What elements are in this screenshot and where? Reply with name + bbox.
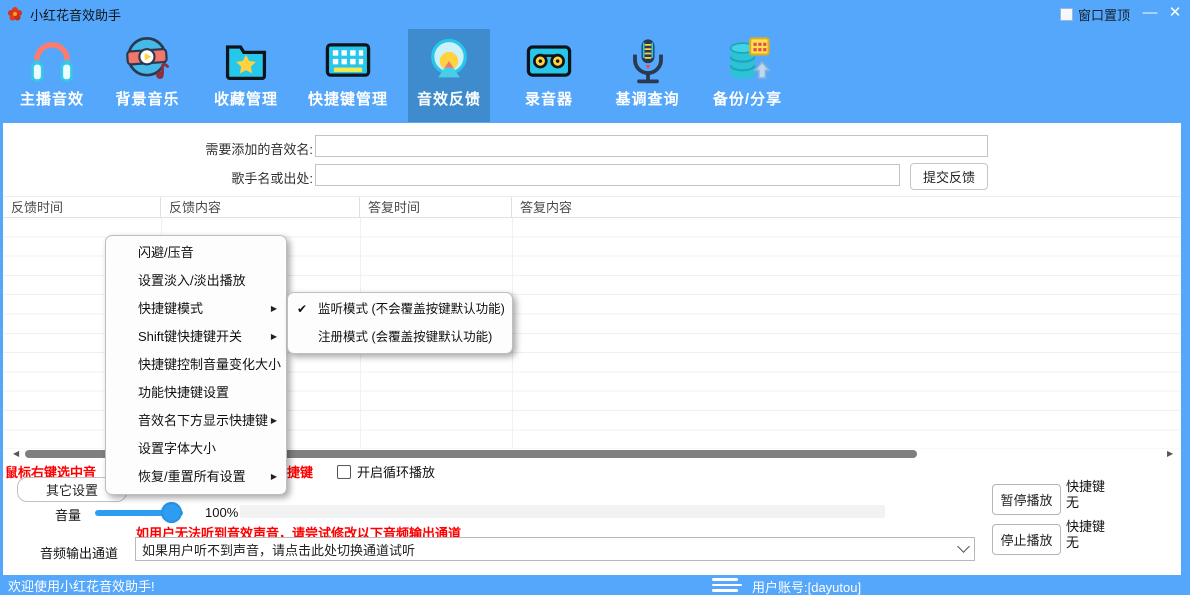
pin-checkbox-box[interactable] — [1060, 8, 1073, 21]
check-icon: ✔ — [297, 295, 307, 323]
menu-item-label: Shift键快捷键开关 — [138, 329, 242, 344]
keyboard-icon — [322, 34, 374, 86]
column-header-feedback-time[interactable]: 反馈时间 — [3, 197, 161, 219]
microphone-icon — [622, 34, 674, 86]
volume-slider-thumb[interactable] — [161, 502, 182, 523]
toolbar-label: 备份/分享 — [700, 88, 795, 109]
main-toolbar: 主播音效 背景音乐 — [0, 28, 1190, 123]
cassette-recorder-icon — [523, 34, 575, 86]
hotkey-caption: 快捷键 — [1066, 479, 1105, 494]
menu-item-fade-in-out[interactable]: 设置淡入/淡出播放 — [106, 267, 286, 295]
menu-item-function-hotkeys[interactable]: 功能快捷键设置 — [106, 379, 286, 407]
scroll-right-icon[interactable]: ▶ — [1167, 449, 1173, 459]
status-message: 欢迎使用小红花音效助手! — [8, 576, 155, 595]
title-bar: 小红花音效助手 窗口置顶 — ✕ — [0, 0, 1190, 28]
volume-label: 音量 — [55, 505, 81, 524]
right-click-hint-right: 捷键 — [287, 462, 313, 481]
menu-item-hotkey-mode[interactable]: 快捷键模式 ▶ — [106, 295, 286, 323]
column-header-reply-content[interactable]: 答复内容 — [512, 197, 1180, 219]
pause-playback-button[interactable]: 暂停播放 — [992, 484, 1061, 515]
audio-output-label: 音频输出通道 — [40, 543, 118, 562]
folder-star-icon — [220, 34, 272, 86]
menu-item-label: 快捷键模式 — [138, 301, 203, 316]
menu-item-label: 音效名下方显示快捷键 — [138, 413, 268, 428]
loop-checkbox-label: 开启循环播放 — [357, 462, 435, 481]
column-header-reply-time[interactable]: 答复时间 — [360, 197, 512, 219]
toolbar-item-favorites[interactable]: 收藏管理 — [200, 29, 292, 122]
menu-item-font-size[interactable]: 设置字体大小 — [106, 435, 286, 463]
menu-item-label: 设置字体大小 — [138, 441, 216, 456]
scroll-left-icon[interactable]: ◀ — [13, 449, 19, 459]
column-header-feedback-content[interactable]: 反馈内容 — [161, 197, 360, 219]
audio-output-select[interactable]: 如果用户听不到声音，请点击此处切换通道试听 — [135, 537, 975, 561]
stop-playback-button[interactable]: 停止播放 — [992, 524, 1061, 555]
menu-item-reset-settings[interactable]: 恢复/重置所有设置 ▶ — [106, 463, 286, 491]
app-window: 小红花音效助手 窗口置顶 — ✕ 主播音效 — [0, 0, 1190, 595]
loop-playback-checkbox[interactable]: 开启循环播放 — [337, 462, 435, 481]
sound-name-label: 需要添加的音效名: — [153, 139, 313, 158]
hotkey-value: 无 — [1066, 535, 1079, 550]
menu-item-label: 闪避/压音 — [138, 245, 194, 260]
toolbar-item-background-music[interactable]: 背景音乐 — [100, 29, 195, 122]
pin-checkbox-label: 窗口置顶 — [1078, 5, 1130, 24]
audio-output-value: 如果用户听不到声音，请点击此处切换通道试听 — [142, 540, 959, 559]
submenu-arrow-icon: ▶ — [271, 295, 277, 323]
toolbar-label: 基调查询 — [600, 88, 695, 109]
artist-label: 歌手名或出处: — [153, 168, 313, 187]
volume-value: 100% — [205, 505, 238, 520]
toolbar-item-hotkey-manager[interactable]: 快捷键管理 — [298, 29, 398, 122]
close-button[interactable]: ✕ — [1160, 0, 1190, 26]
music-disc-icon — [122, 34, 174, 86]
toolbar-label: 主播音效 — [8, 88, 96, 109]
menu-item-label: 快捷键控制音量变化大小 — [138, 357, 281, 372]
menu-item-hotkey-volume-step[interactable]: 快捷键控制音量变化大小 — [106, 351, 286, 379]
submenu-item-label: 注册模式 (会覆盖按键默认功能) — [318, 330, 492, 344]
sound-feedback-icon — [423, 34, 475, 86]
dropdown-chevron-icon — [957, 540, 970, 553]
menu-item-duck-audio[interactable]: 闪避/压音 — [106, 239, 286, 267]
window-title: 小红花音效助手 — [30, 5, 121, 24]
user-account-label: 用户账号:[dayutou] — [752, 577, 861, 595]
pin-window-checkbox[interactable]: 窗口置顶 — [1060, 5, 1130, 24]
submenu-arrow-icon: ▶ — [271, 463, 277, 491]
submenu-arrow-icon: ▶ — [271, 407, 277, 435]
toolbar-label: 背景音乐 — [100, 88, 195, 109]
menu-item-label: 功能快捷键设置 — [138, 385, 229, 400]
feedback-table-header: 反馈时间 反馈内容 答复时间 答复内容 — [3, 196, 1181, 218]
hotkey-mode-submenu: ✔ 监听模式 (不会覆盖按键默认功能) 注册模式 (会覆盖按键默认功能) — [287, 292, 513, 354]
hotkey-caption: 快捷键 — [1066, 519, 1105, 534]
menu-item-label: 设置淡入/淡出播放 — [138, 273, 246, 288]
loop-checkbox-box[interactable] — [337, 465, 351, 479]
submenu-arrow-icon: ▶ — [271, 323, 277, 351]
app-logo-flower-icon — [7, 6, 23, 22]
submenu-item-register-mode[interactable]: 注册模式 (会覆盖按键默认功能) — [288, 323, 512, 351]
toolbar-item-host-sounds[interactable]: 主播音效 — [8, 29, 96, 122]
toolbar-item-backup-share[interactable]: 备份/分享 — [700, 29, 795, 122]
sound-name-input[interactable] — [315, 135, 988, 157]
submenu-item-label: 监听模式 (不会覆盖按键默认功能) — [318, 302, 505, 316]
toolbar-label: 快捷键管理 — [298, 88, 398, 109]
toolbar-label: 录音器 — [505, 88, 593, 109]
backup-share-icon — [722, 34, 774, 86]
submit-feedback-button[interactable]: 提交反馈 — [910, 163, 988, 190]
menu-item-label: 恢复/重置所有设置 — [138, 469, 246, 484]
hamburger-menu-icon[interactable] — [712, 578, 742, 595]
submenu-item-listen-mode[interactable]: ✔ 监听模式 (不会覆盖按键默认功能) — [288, 295, 512, 323]
status-bar: 欢迎使用小红花音效助手! 用户账号:[dayutou] — [0, 575, 1190, 595]
stop-hotkey-label: 快捷键 无 — [1066, 519, 1105, 551]
volume-level-bar — [240, 505, 885, 518]
toolbar-item-recorder[interactable]: 录音器 — [505, 29, 593, 122]
hotkey-value: 无 — [1066, 495, 1079, 510]
toolbar-item-key-query[interactable]: 基调查询 — [600, 29, 695, 122]
artist-input[interactable] — [315, 164, 900, 186]
toolbar-label: 收藏管理 — [200, 88, 292, 109]
toolbar-item-sound-feedback[interactable]: 音效反馈 — [408, 29, 490, 122]
context-menu: 闪避/压音 设置淡入/淡出播放 快捷键模式 ▶ Shift键快捷键开关 ▶ 快捷键控… — [105, 235, 287, 495]
toolbar-label: 音效反馈 — [408, 88, 490, 109]
pause-hotkey-label: 快捷键 无 — [1066, 479, 1105, 511]
headphones-icon — [26, 34, 78, 86]
menu-item-shift-hotkey-toggle[interactable]: Shift键快捷键开关 ▶ — [106, 323, 286, 351]
menu-item-show-hotkey-under-name[interactable]: 音效名下方显示快捷键▶ — [106, 407, 286, 435]
